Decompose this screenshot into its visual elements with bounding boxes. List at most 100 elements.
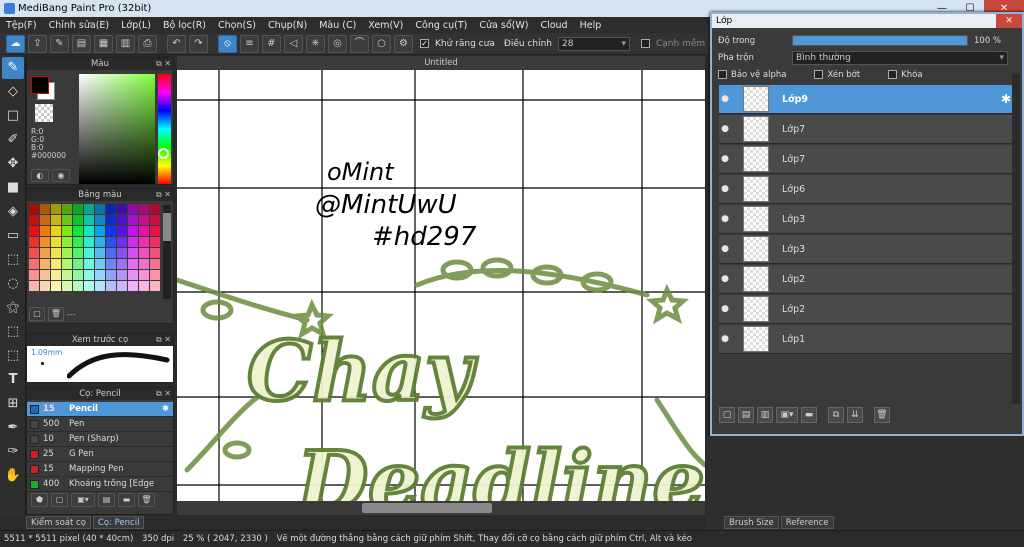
brush-item-edge[interactable]: 400 Khoảng trống [Edge I	[27, 477, 173, 492]
vanishing-point-icon[interactable]: ◁	[284, 34, 303, 53]
palette-swatch[interactable]	[73, 270, 83, 280]
tab-brush-control[interactable]: Kiểm soát cọ	[26, 516, 91, 529]
palette-swatch[interactable]	[139, 204, 149, 214]
palette-swatch[interactable]	[40, 215, 50, 225]
brush-item-mapping-pen[interactable]: 15 Mapping Pen	[27, 462, 173, 477]
horizontal-scrollbar[interactable]	[177, 501, 705, 515]
transparent-swatch[interactable]	[35, 104, 53, 122]
layer-item[interactable]: ● Lớp2	[719, 265, 1015, 294]
palette-swatch[interactable]	[150, 259, 160, 269]
palette-swatch[interactable]	[128, 281, 138, 291]
palette-swatch[interactable]	[84, 237, 94, 247]
note-icon[interactable]: ▤	[72, 34, 91, 53]
visibility-icon[interactable]: ●	[719, 94, 731, 104]
palette-swatch[interactable]	[62, 226, 72, 236]
text-tool-icon[interactable]: T	[2, 369, 24, 391]
palette-swatch[interactable]	[40, 270, 50, 280]
palette-swatch[interactable]	[84, 215, 94, 225]
palette-swatch[interactable]	[29, 226, 39, 236]
palette-swatch[interactable]	[117, 226, 127, 236]
palette-swatch[interactable]	[62, 259, 72, 269]
palette-swatch[interactable]	[29, 237, 39, 247]
visibility-icon[interactable]: ●	[719, 304, 731, 314]
layer-scrollbar[interactable]	[1012, 74, 1020, 404]
palette-swatch[interactable]	[117, 259, 127, 269]
palette-swatch[interactable]	[62, 237, 72, 247]
comment-icon[interactable]: ✎	[50, 34, 69, 53]
palette-swatch[interactable]	[106, 270, 116, 280]
panel-close-icon[interactable]: ⧉ ✕	[156, 189, 171, 201]
palette-swatch[interactable]	[40, 204, 50, 214]
close-icon[interactable]: ✕	[996, 14, 1022, 28]
lock-checkbox[interactable]	[888, 70, 898, 79]
menu-tools[interactable]: Công cụ(T)	[415, 20, 467, 31]
palette-swatch[interactable]	[106, 248, 116, 258]
eraser-tool-icon[interactable]: ◇	[2, 81, 24, 103]
divide-tool-icon[interactable]: ⊞	[2, 393, 24, 415]
panel-close-icon[interactable]: ⧉ ✕	[156, 334, 171, 346]
palette-swatch[interactable]	[40, 237, 50, 247]
palette-swatch[interactable]	[73, 237, 83, 247]
palette-swatch[interactable]	[51, 259, 61, 269]
no-snap-icon[interactable]: ⦸	[218, 34, 237, 53]
sharp-edge-checkbox[interactable]	[640, 39, 650, 48]
palette-swatch[interactable]	[62, 248, 72, 258]
palette-swatch[interactable]	[117, 237, 127, 247]
delete-layer-icon[interactable]: 🗑	[874, 407, 890, 423]
layer-item[interactable]: ● Lớp3	[719, 205, 1015, 234]
gear-icon[interactable]: ✱	[162, 404, 169, 414]
add-palette-icon[interactable]: ▢	[29, 307, 45, 321]
palette-swatch[interactable]	[73, 259, 83, 269]
palette-swatch[interactable]	[117, 281, 127, 291]
palette-swatch[interactable]	[40, 248, 50, 258]
palette-swatch[interactable]	[128, 226, 138, 236]
palette-swatch[interactable]	[29, 248, 39, 258]
gear-icon[interactable]: ✱	[1001, 92, 1011, 106]
delete-brush-icon[interactable]: 🗑	[138, 493, 155, 507]
menu-window[interactable]: Cửa sổ(W)	[479, 20, 528, 31]
palette-swatch[interactable]	[128, 215, 138, 225]
tab-reference[interactable]: Reference	[780, 516, 834, 529]
color-picker-icon[interactable]: ◉	[52, 169, 70, 182]
palette-swatch[interactable]	[128, 204, 138, 214]
brush-item-pen[interactable]: 500 Pen	[27, 417, 173, 432]
palette-swatch[interactable]	[51, 248, 61, 258]
layer-item[interactable]: ● Lớp3	[719, 235, 1015, 264]
scroll-thumb[interactable]	[362, 503, 492, 513]
select-eraser-icon[interactable]: ⬚	[2, 345, 24, 367]
select-pen-icon[interactable]: ⬚	[2, 321, 24, 343]
palette-swatch[interactable]	[150, 226, 160, 236]
menu-filter[interactable]: Bộ lọc(R)	[163, 20, 206, 31]
visibility-icon[interactable]: ●	[719, 124, 731, 134]
hue-slider[interactable]	[158, 74, 171, 184]
palette-swatch[interactable]	[73, 204, 83, 214]
palette-swatch[interactable]	[95, 281, 105, 291]
radial-snap-icon[interactable]: ✳	[306, 34, 325, 53]
menu-snap[interactable]: Chụp(N)	[268, 20, 307, 31]
palette-swatch[interactable]	[150, 215, 160, 225]
undo-icon[interactable]: ↶	[167, 34, 186, 53]
palette-swatch[interactable]	[117, 215, 127, 225]
palette-swatch[interactable]	[95, 270, 105, 280]
palette-swatch[interactable]	[106, 204, 116, 214]
visibility-icon[interactable]: ●	[719, 154, 731, 164]
palette-swatch[interactable]	[139, 215, 149, 225]
share-icon[interactable]: ⇪	[28, 34, 47, 53]
canvas-area[interactable]: Chay Deadline oMint @MintUwU #hd297	[177, 70, 705, 515]
palette-swatch[interactable]	[106, 259, 116, 269]
opacity-slider[interactable]	[792, 35, 968, 46]
ellipse-snap-icon[interactable]: ○	[372, 34, 391, 53]
new-layer-icon[interactable]: ▢	[719, 407, 735, 423]
palette-swatch[interactable]	[51, 281, 61, 291]
menu-edit[interactable]: Chỉnh sửa(E)	[49, 20, 110, 31]
protect-alpha-checkbox[interactable]	[718, 70, 727, 79]
palette-swatch[interactable]	[95, 237, 105, 247]
palette-swatch[interactable]	[84, 204, 94, 214]
copy-brush-icon[interactable]: ▤	[98, 493, 115, 507]
saturation-value-square[interactable]	[79, 74, 155, 184]
lasso-tool-icon[interactable]: ◌	[2, 273, 24, 295]
redo-icon[interactable]: ↷	[189, 34, 208, 53]
palette-swatch[interactable]	[128, 270, 138, 280]
blend-select[interactable]: Bình thường ▾	[792, 50, 1008, 65]
snap-settings-icon[interactable]: ⚙	[394, 34, 413, 53]
